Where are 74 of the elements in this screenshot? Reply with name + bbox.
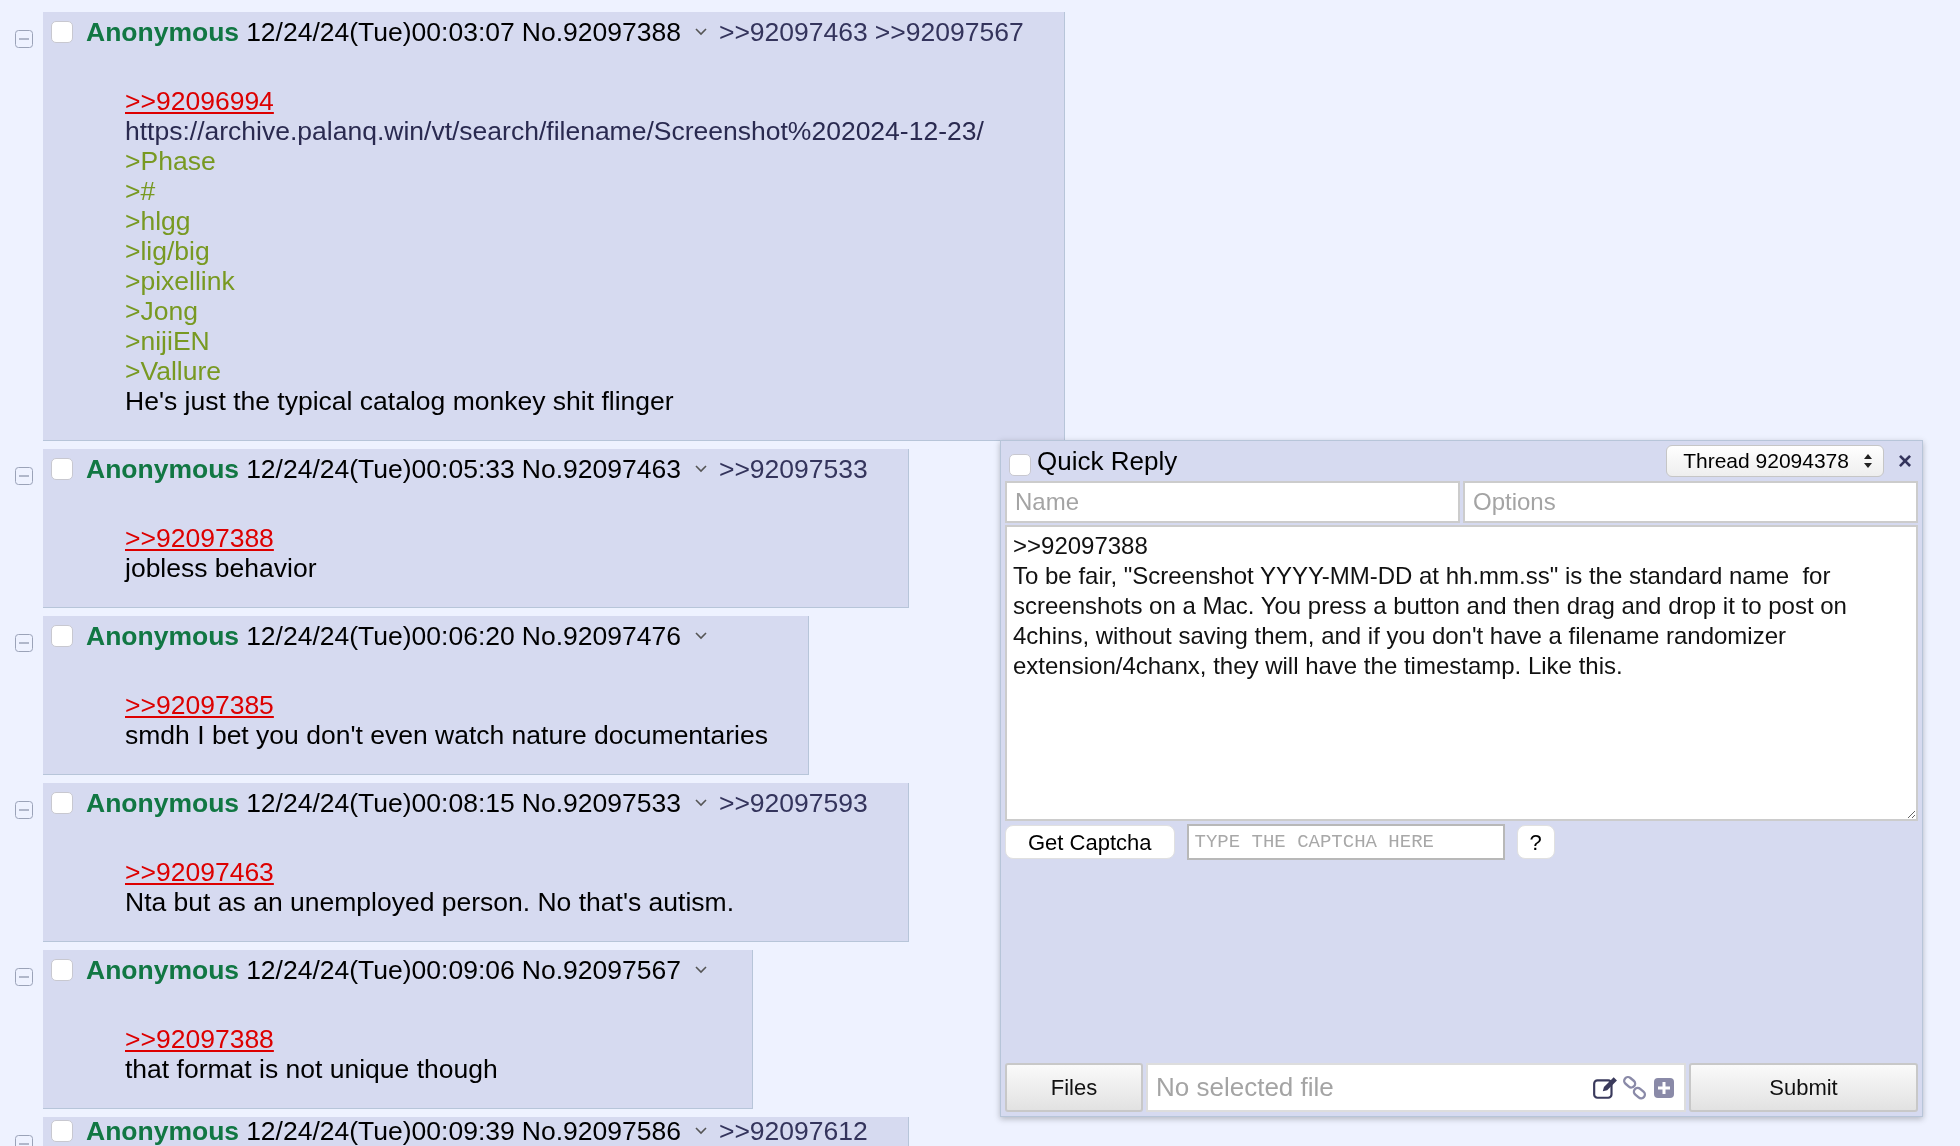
url-text: https://archive.palanq.win/vt/search/filename/Screenshot%202024-12-23/ xyxy=(125,116,984,146)
greentext-line: >hlgg xyxy=(125,206,191,236)
quote-link[interactable]: >>92097388 xyxy=(125,523,274,553)
poster-name: Anonymous xyxy=(86,787,240,819)
post-number[interactable]: No.92097463 xyxy=(521,453,681,485)
post-number[interactable]: No.92097567 xyxy=(521,954,681,986)
autohide-checkbox[interactable] xyxy=(1009,454,1031,476)
caret-icon[interactable] xyxy=(693,798,708,808)
collapse-icon[interactable] xyxy=(15,30,33,48)
post-checkbox[interactable] xyxy=(51,458,73,480)
greentext-line: >nijiEN xyxy=(125,326,210,356)
close-button[interactable]: × xyxy=(1898,447,1912,475)
post-text: that format is not unique though xyxy=(125,1054,498,1084)
poster-name: Anonymous xyxy=(86,954,240,986)
post-checkbox[interactable] xyxy=(51,959,73,981)
post-checkbox[interactable] xyxy=(51,792,73,814)
post-checkbox[interactable] xyxy=(51,625,73,647)
quote-link[interactable]: >>92096994 xyxy=(125,86,274,116)
quote-link[interactable]: >>92097385 xyxy=(125,690,274,720)
post-checkbox[interactable] xyxy=(51,21,73,43)
quote-link[interactable]: >>92097388 xyxy=(125,1024,274,1054)
post-number[interactable]: No.92097533 xyxy=(521,787,681,819)
caret-icon[interactable] xyxy=(693,464,708,474)
post-text: He's just the typical catalog monkey shit flinger xyxy=(125,386,674,416)
captcha-field[interactable]: TYPE THE CAPTCHA HERE xyxy=(1186,824,1505,860)
post-datetime: 12/24/24(Tue)00:09:39 xyxy=(246,1117,515,1145)
post-datetime: 12/24/24(Tue)00:08:15 xyxy=(246,787,515,819)
greentext-line: >lig/big xyxy=(125,236,210,266)
caret-icon[interactable] xyxy=(693,965,708,975)
post-text: Nta but as an unemployed person. No that's autism. xyxy=(125,887,734,917)
poster-name: Anonymous xyxy=(86,620,240,652)
greentext-line: >Jong xyxy=(125,296,198,326)
post-number[interactable]: No.92097388 xyxy=(521,16,681,48)
submit-button[interactable]: Submit xyxy=(1689,1063,1918,1112)
stepper-icon xyxy=(1863,453,1873,469)
backlink[interactable]: >>92097612 xyxy=(718,1117,868,1145)
post-text: smdh I bet you don't even watch nature documentaries xyxy=(125,720,768,750)
help-button[interactable]: ? xyxy=(1516,825,1555,859)
post-datetime: 12/24/24(Tue)00:09:06 xyxy=(246,954,515,986)
thread-select[interactable]: Thread 92094378 xyxy=(1666,445,1884,477)
name-field[interactable]: Name xyxy=(1005,481,1460,523)
greentext-line: >pixellink xyxy=(125,266,235,296)
collapse-icon[interactable] xyxy=(15,968,33,986)
greentext-line: >Phase xyxy=(125,146,216,176)
quote-link[interactable]: >>92097463 xyxy=(125,857,274,887)
window-title: Quick Reply xyxy=(1037,445,1178,477)
caret-icon[interactable] xyxy=(693,631,708,641)
backlink[interactable]: >>92097593 xyxy=(718,787,868,819)
collapse-icon[interactable] xyxy=(15,634,33,652)
post-datetime: 12/24/24(Tue)00:03:07 xyxy=(246,16,515,48)
file-field[interactable]: No selected file xyxy=(1146,1063,1686,1112)
caret-icon[interactable] xyxy=(693,1126,708,1136)
post-checkbox[interactable] xyxy=(51,1120,73,1142)
collapse-icon[interactable] xyxy=(15,801,33,819)
post-datetime: 12/24/24(Tue)00:06:20 xyxy=(246,620,515,652)
files-button[interactable]: Files xyxy=(1005,1063,1143,1112)
greentext-line: ># xyxy=(125,176,156,206)
comment-textarea[interactable]: >>92097388 To be fair, "Screenshot YYYY-MM-DD at hh.mm.ss" is the standard name for screenshots on a Mac. You press a button and then drag and drop it to post on 4chins, without saving them, and if you don't have a filename randomizer extension/4chanx, they will have the timestamp. Like this. xyxy=(1005,525,1918,821)
collapse-icon[interactable] xyxy=(15,467,33,485)
poster-name: Anonymous xyxy=(86,1117,240,1145)
options-field[interactable]: Options xyxy=(1463,481,1918,523)
greentext-line: >Vallure xyxy=(125,356,221,386)
backlink[interactable]: >>92097533 xyxy=(718,453,868,485)
post-text: jobless behavior xyxy=(125,553,317,583)
caret-icon[interactable] xyxy=(693,27,708,37)
post-number[interactable]: No.92097586 xyxy=(521,1117,681,1145)
get-captcha-button[interactable]: Get Captcha xyxy=(1005,825,1175,859)
edit-icon[interactable] xyxy=(1592,1074,1618,1101)
poster-name: Anonymous xyxy=(86,453,240,485)
post-number[interactable]: No.92097476 xyxy=(521,620,681,652)
backlink[interactable]: >>92097463 xyxy=(718,16,868,48)
post-datetime: 12/24/24(Tue)00:05:33 xyxy=(246,453,515,485)
poster-name: Anonymous xyxy=(86,16,240,48)
backlink[interactable]: >>92097567 xyxy=(874,16,1024,48)
